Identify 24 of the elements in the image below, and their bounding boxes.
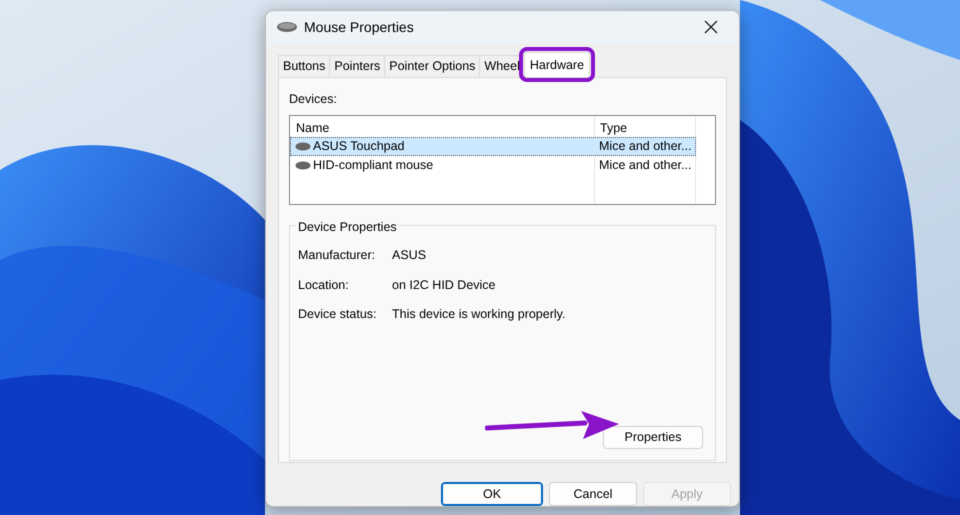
window-title: Mouse Properties — [304, 18, 415, 37]
field-value: ASUS — [392, 246, 426, 264]
device-name: ASUS Touchpad — [313, 138, 404, 154]
devices-label: Devices: — [289, 91, 338, 108]
device-type: Mice and other... — [598, 158, 692, 173]
mouse-icon — [276, 21, 298, 33]
device-name: HID-compliant mouse — [313, 158, 434, 173]
field-label: Location: — [298, 276, 350, 294]
dialog-button[interactable]: Cancel — [549, 482, 637, 506]
mouse-icon — [295, 160, 311, 170]
mouse-icon — [295, 142, 311, 151]
device-type: Mice and other... — [598, 138, 692, 154]
field-value: on I2C HID Device — [392, 276, 496, 294]
column-header[interactable]: Type — [594, 116, 695, 137]
device-row[interactable]: HID-compliant mouse Mice and other... — [290, 156, 696, 175]
field-value: This device is working properly. — [392, 306, 566, 324]
field-label: Device status: — [298, 306, 378, 324]
field-label: Manufacturer: — [298, 246, 376, 264]
tab[interactable]: Buttons — [278, 55, 330, 77]
properties-button[interactable]: Properties — [603, 426, 703, 449]
dialog-button[interactable]: OK — [441, 482, 543, 506]
close-icon — [704, 20, 718, 34]
device-row[interactable]: ASUS Touchpad Mice and other... — [290, 136, 696, 156]
column-header[interactable]: Name — [290, 116, 594, 137]
